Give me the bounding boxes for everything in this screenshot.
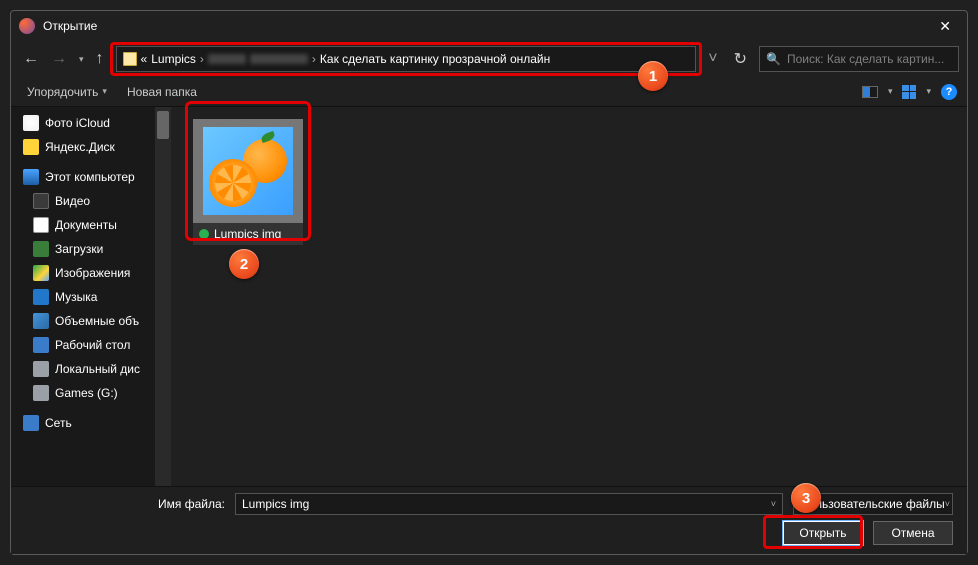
- sidebar-item-label: Этот компьютер: [45, 170, 135, 184]
- sidebar-item-3dobjects[interactable]: Объемные объ: [11, 309, 171, 333]
- drive-icon: [33, 385, 49, 401]
- sidebar-item-label: Сеть: [45, 416, 72, 430]
- pc-icon: [23, 169, 39, 185]
- sidebar-scrollbar[interactable]: [155, 107, 171, 486]
- toolbar: Упорядочить ▾ Новая папка ▾ ▾ ?: [11, 77, 967, 107]
- view-mode-dropdown[interactable]: ▾: [926, 86, 931, 97]
- address-history-dropdown[interactable]: ˅: [704, 48, 721, 70]
- view-mode-button[interactable]: [902, 85, 916, 99]
- preview-pane-dropdown[interactable]: ▾: [888, 86, 893, 97]
- sidebar-item-label: Фото iCloud: [45, 116, 110, 130]
- file-thumbnail: [193, 119, 303, 223]
- organize-button[interactable]: Упорядочить ▾: [21, 81, 113, 103]
- breadcrumb-redacted-1: [208, 54, 246, 64]
- sidebar-item-label: Музыка: [55, 290, 97, 304]
- filename-label: Имя файла:: [25, 497, 225, 511]
- refresh-button[interactable]: ↻: [726, 45, 755, 73]
- recent-dropdown[interactable]: ▾: [75, 50, 88, 69]
- sidebar-item-pictures[interactable]: Изображения: [11, 261, 171, 285]
- network-icon: [23, 415, 39, 431]
- sync-ok-icon: [199, 229, 209, 239]
- sidebar-item-label: Документы: [55, 218, 117, 232]
- nav-row: ← → ▾ ↑ « Lumpics › › Как сделать картин…: [11, 41, 967, 77]
- address-bar[interactable]: « Lumpics › › Как сделать картинку прозр…: [116, 46, 697, 72]
- sidebar-item-label: Рабочий стол: [55, 338, 130, 352]
- new-folder-label: Новая папка: [127, 85, 197, 99]
- sidebar-item-games[interactable]: Games (G:): [11, 381, 171, 405]
- sidebar-item-label: Видео: [55, 194, 90, 208]
- close-button[interactable]: ✕: [931, 14, 959, 39]
- sidebar-item-localdisk[interactable]: Локальный дис: [11, 357, 171, 381]
- filetype-select[interactable]: Пользовательские файлы ˅: [793, 493, 953, 515]
- cancel-label: Отмена: [891, 526, 934, 540]
- breadcrumb-part1[interactable]: Lumpics: [151, 52, 196, 66]
- sidebar-item-desktop[interactable]: Рабочий стол: [11, 333, 171, 357]
- forward-button: →: [47, 46, 71, 72]
- breadcrumb-part2[interactable]: Как сделать картинку прозрачной онлайн: [320, 52, 550, 66]
- chevron-down-icon[interactable]: ˅: [945, 499, 950, 509]
- address-bar-wrap: « Lumpics › › Как сделать картинку прозр…: [116, 46, 697, 72]
- sidebar-item-network[interactable]: Сеть: [11, 411, 171, 435]
- sidebar: Фото iCloud Яндекс.Диск Этот компьютер В…: [11, 107, 171, 486]
- sidebar-item-label: Объемные объ: [55, 314, 139, 328]
- window-title: Открытие: [43, 19, 931, 33]
- objects3d-icon: [33, 313, 49, 329]
- new-folder-button[interactable]: Новая папка: [121, 81, 203, 103]
- video-icon: [33, 193, 49, 209]
- sidebar-item-downloads[interactable]: Загрузки: [11, 237, 171, 261]
- scrollbar-thumb[interactable]: [157, 111, 169, 139]
- breadcrumb-prefix: «: [141, 52, 148, 66]
- documents-icon: [33, 217, 49, 233]
- desktop-icon: [33, 337, 49, 353]
- icloud-icon: [23, 115, 39, 131]
- folder-icon: [123, 52, 137, 66]
- downloads-icon: [33, 241, 49, 257]
- sidebar-item-videos[interactable]: Видео: [11, 189, 171, 213]
- sidebar-item-label: Яндекс.Диск: [45, 140, 115, 154]
- cancel-button[interactable]: Отмена: [873, 521, 953, 545]
- breadcrumb-sep: ›: [200, 52, 204, 66]
- sidebar-item-label: Локальный дис: [55, 362, 140, 376]
- chevron-down-icon: ▾: [102, 86, 107, 97]
- up-button[interactable]: ↑: [92, 46, 108, 72]
- titlebar: Открытие ✕: [11, 11, 967, 41]
- sidebar-item-label: Games (G:): [55, 386, 118, 400]
- file-item[interactable]: Lumpics img: [193, 119, 303, 245]
- bottom-panel: Имя файла: Lumpics img ˅ Пользовательски…: [11, 486, 967, 554]
- app-icon: [19, 18, 35, 34]
- breadcrumb-redacted-2: [250, 54, 308, 64]
- file-list[interactable]: Lumpics img: [171, 107, 967, 486]
- sidebar-item-icloud[interactable]: Фото iCloud: [11, 111, 171, 135]
- open-label: Открыть: [799, 526, 846, 540]
- search-input[interactable]: 🔍 Поиск: Как сделать картин...: [759, 46, 959, 72]
- preview-pane-button[interactable]: [862, 86, 878, 98]
- open-button[interactable]: Открыть: [783, 521, 863, 545]
- chevron-down-icon[interactable]: ˅: [771, 499, 776, 509]
- sidebar-item-thispc[interactable]: Этот компьютер: [11, 165, 171, 189]
- sidebar-item-yadisk[interactable]: Яндекс.Диск: [11, 135, 171, 159]
- yadisk-icon: [23, 139, 39, 155]
- back-button[interactable]: ←: [19, 46, 43, 72]
- music-icon: [33, 289, 49, 305]
- pictures-icon: [33, 265, 49, 281]
- filename-input[interactable]: Lumpics img ˅: [235, 493, 783, 515]
- filename-value: Lumpics img: [242, 497, 309, 511]
- body-area: Фото iCloud Яндекс.Диск Этот компьютер В…: [11, 107, 967, 486]
- sidebar-item-label: Загрузки: [55, 242, 103, 256]
- sidebar-item-music[interactable]: Музыка: [11, 285, 171, 309]
- open-dialog: Открытие ✕ ← → ▾ ↑ « Lumpics › › Как сде…: [10, 10, 968, 555]
- sidebar-item-label: Изображения: [55, 266, 130, 280]
- search-icon: 🔍: [766, 52, 781, 66]
- breadcrumb-sep-2: ›: [312, 52, 316, 66]
- sidebar-item-documents[interactable]: Документы: [11, 213, 171, 237]
- help-button[interactable]: ?: [941, 84, 957, 100]
- drive-icon: [33, 361, 49, 377]
- search-placeholder: Поиск: Как сделать картин...: [787, 52, 944, 66]
- organize-label: Упорядочить: [27, 85, 98, 99]
- filetype-value: Пользовательские файлы: [800, 497, 945, 511]
- file-name: Lumpics img: [214, 227, 281, 241]
